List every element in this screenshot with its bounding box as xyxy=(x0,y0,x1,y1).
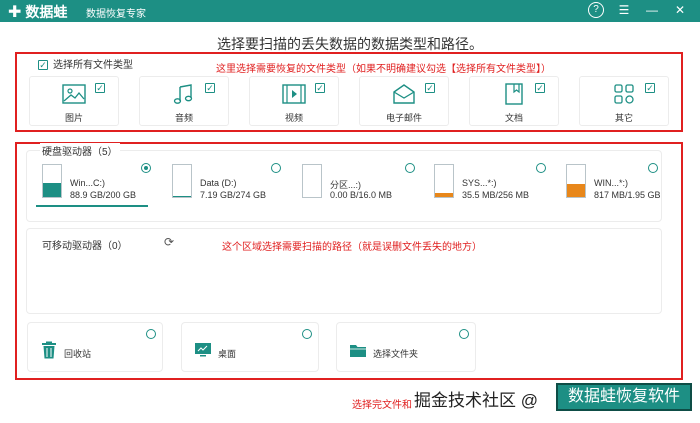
drive-size: 817 MB/1.95 GB xyxy=(594,190,661,200)
brand-banner: 数据蛙恢复软件 xyxy=(556,383,692,411)
select-all-checkbox[interactable]: ✓ 选择所有文件类型 xyxy=(38,56,133,71)
drive-name: WIN...*:) xyxy=(594,178,628,188)
drive-icon xyxy=(302,164,322,198)
drive-radio[interactable] xyxy=(271,163,281,173)
location-recycle-bin[interactable]: 回收站 xyxy=(27,322,163,372)
title-bar: ✚ 数据蛙 数据恢复专家 ? ☰ — ✕ xyxy=(0,0,700,22)
type-checkbox[interactable]: ✓ xyxy=(535,83,545,93)
bottom-annotation: 选择完文件和 xyxy=(352,400,412,411)
selected-indicator xyxy=(36,205,148,207)
type-label: 视频 xyxy=(284,113,303,123)
type-label: 音频 xyxy=(174,113,193,123)
location-desktop[interactable]: 桌面 xyxy=(181,322,319,372)
drive-icon xyxy=(434,164,454,198)
location-radio[interactable] xyxy=(302,329,312,339)
type-checkbox[interactable]: ✓ xyxy=(95,83,105,93)
video-icon xyxy=(282,84,306,104)
location-choose-folder[interactable]: 选择文件夹 xyxy=(336,322,476,372)
file-type-annotation: 这里选择需要恢复的文件类型（如果不明确建议勾选【选择所有文件类型】） xyxy=(216,64,551,75)
music-icon xyxy=(173,84,193,104)
app-subtitle: 数据恢复专家 xyxy=(86,9,146,20)
folder-icon xyxy=(350,345,366,357)
drive-icon xyxy=(566,164,586,198)
type-checkbox[interactable]: ✓ xyxy=(205,83,215,93)
type-card-video[interactable]: ✓ 视频 xyxy=(249,76,339,126)
drive-size: 88.9 GB/200 GB xyxy=(70,190,137,200)
drive-radio[interactable] xyxy=(536,163,546,173)
type-label: 其它 xyxy=(614,113,633,123)
location-radio[interactable] xyxy=(146,329,156,339)
other-icon xyxy=(614,84,634,104)
app-name: 数据蛙 xyxy=(25,4,68,20)
hard-drive-title: 硬盘驱动器（5） xyxy=(40,143,120,158)
check-icon: ✓ xyxy=(38,60,48,71)
drive-size: 35.5 MB/256 MB xyxy=(462,190,530,200)
type-label: 图片 xyxy=(64,113,83,123)
type-checkbox[interactable]: ✓ xyxy=(645,83,655,93)
type-card-document[interactable]: ✓ 文档 xyxy=(469,76,559,126)
app-logo: ✚ 数据蛙 xyxy=(8,2,67,22)
drive-radio[interactable] xyxy=(141,163,151,173)
desktop-icon xyxy=(195,343,211,357)
path-annotation: 这个区域选择需要扫描的路径（就是误删文件丢失的地方） xyxy=(222,242,482,253)
email-icon xyxy=(393,84,415,104)
type-label: 电子邮件 xyxy=(385,113,422,123)
document-icon xyxy=(505,83,523,105)
drive-item[interactable]: Data (D:) 7.19 GB/274 GB xyxy=(158,160,278,206)
recycle-bin-icon xyxy=(42,341,56,359)
menu-icon[interactable]: ☰ xyxy=(616,2,632,18)
drive-usage-fill xyxy=(567,183,585,197)
drive-name: Win...C:) xyxy=(70,178,105,188)
drive-radio[interactable] xyxy=(405,163,415,173)
watermark-text: 掘金技术社区 @ xyxy=(414,391,538,410)
help-icon[interactable]: ? xyxy=(588,2,604,18)
drive-item[interactable]: Win...C:) 88.9 GB/200 GB xyxy=(28,160,148,206)
type-label: 文档 xyxy=(504,113,523,123)
drive-icon xyxy=(42,164,62,198)
select-all-label: 选择所有文件类型 xyxy=(53,60,133,71)
minimize-icon[interactable]: — xyxy=(644,2,660,18)
location-label: 回收站 xyxy=(64,349,92,359)
removable-drive-title: 可移动驱动器（0） xyxy=(42,241,128,252)
location-label: 选择文件夹 xyxy=(373,349,419,359)
drive-size: 7.19 GB/274 GB xyxy=(200,190,267,200)
page-heading: 选择要扫描的丢失数据的数据类型和路径。 xyxy=(217,36,483,52)
drive-usage-fill xyxy=(435,192,453,197)
drive-icon xyxy=(172,164,192,198)
type-card-other[interactable]: ✓ 其它 xyxy=(579,76,669,126)
logo-plus-icon: ✚ xyxy=(8,4,22,21)
drive-size: 0.00 B/16.0 MB xyxy=(330,190,393,200)
drive-name: Data (D:) xyxy=(200,178,237,188)
drive-name: SYS...*:) xyxy=(462,178,497,188)
type-card-audio[interactable]: ✓ 音频 xyxy=(139,76,229,126)
drive-item[interactable]: SYS...*:) 35.5 MB/256 MB xyxy=(420,160,540,206)
location-radio[interactable] xyxy=(459,329,469,339)
refresh-icon[interactable]: ⟳ xyxy=(164,235,174,249)
drive-usage-fill xyxy=(173,196,191,197)
image-icon xyxy=(62,84,86,104)
drive-item[interactable]: 分区...:) 0.00 B/16.0 MB xyxy=(288,160,408,206)
type-card-email[interactable]: ✓ 电子邮件 xyxy=(359,76,449,126)
type-checkbox[interactable]: ✓ xyxy=(315,83,325,93)
location-label: 桌面 xyxy=(218,349,237,359)
drive-radio[interactable] xyxy=(648,163,658,173)
type-checkbox[interactable]: ✓ xyxy=(425,83,435,93)
type-card-image[interactable]: ✓ 图片 xyxy=(29,76,119,126)
drive-usage-fill xyxy=(43,182,61,197)
close-icon[interactable]: ✕ xyxy=(672,2,688,18)
